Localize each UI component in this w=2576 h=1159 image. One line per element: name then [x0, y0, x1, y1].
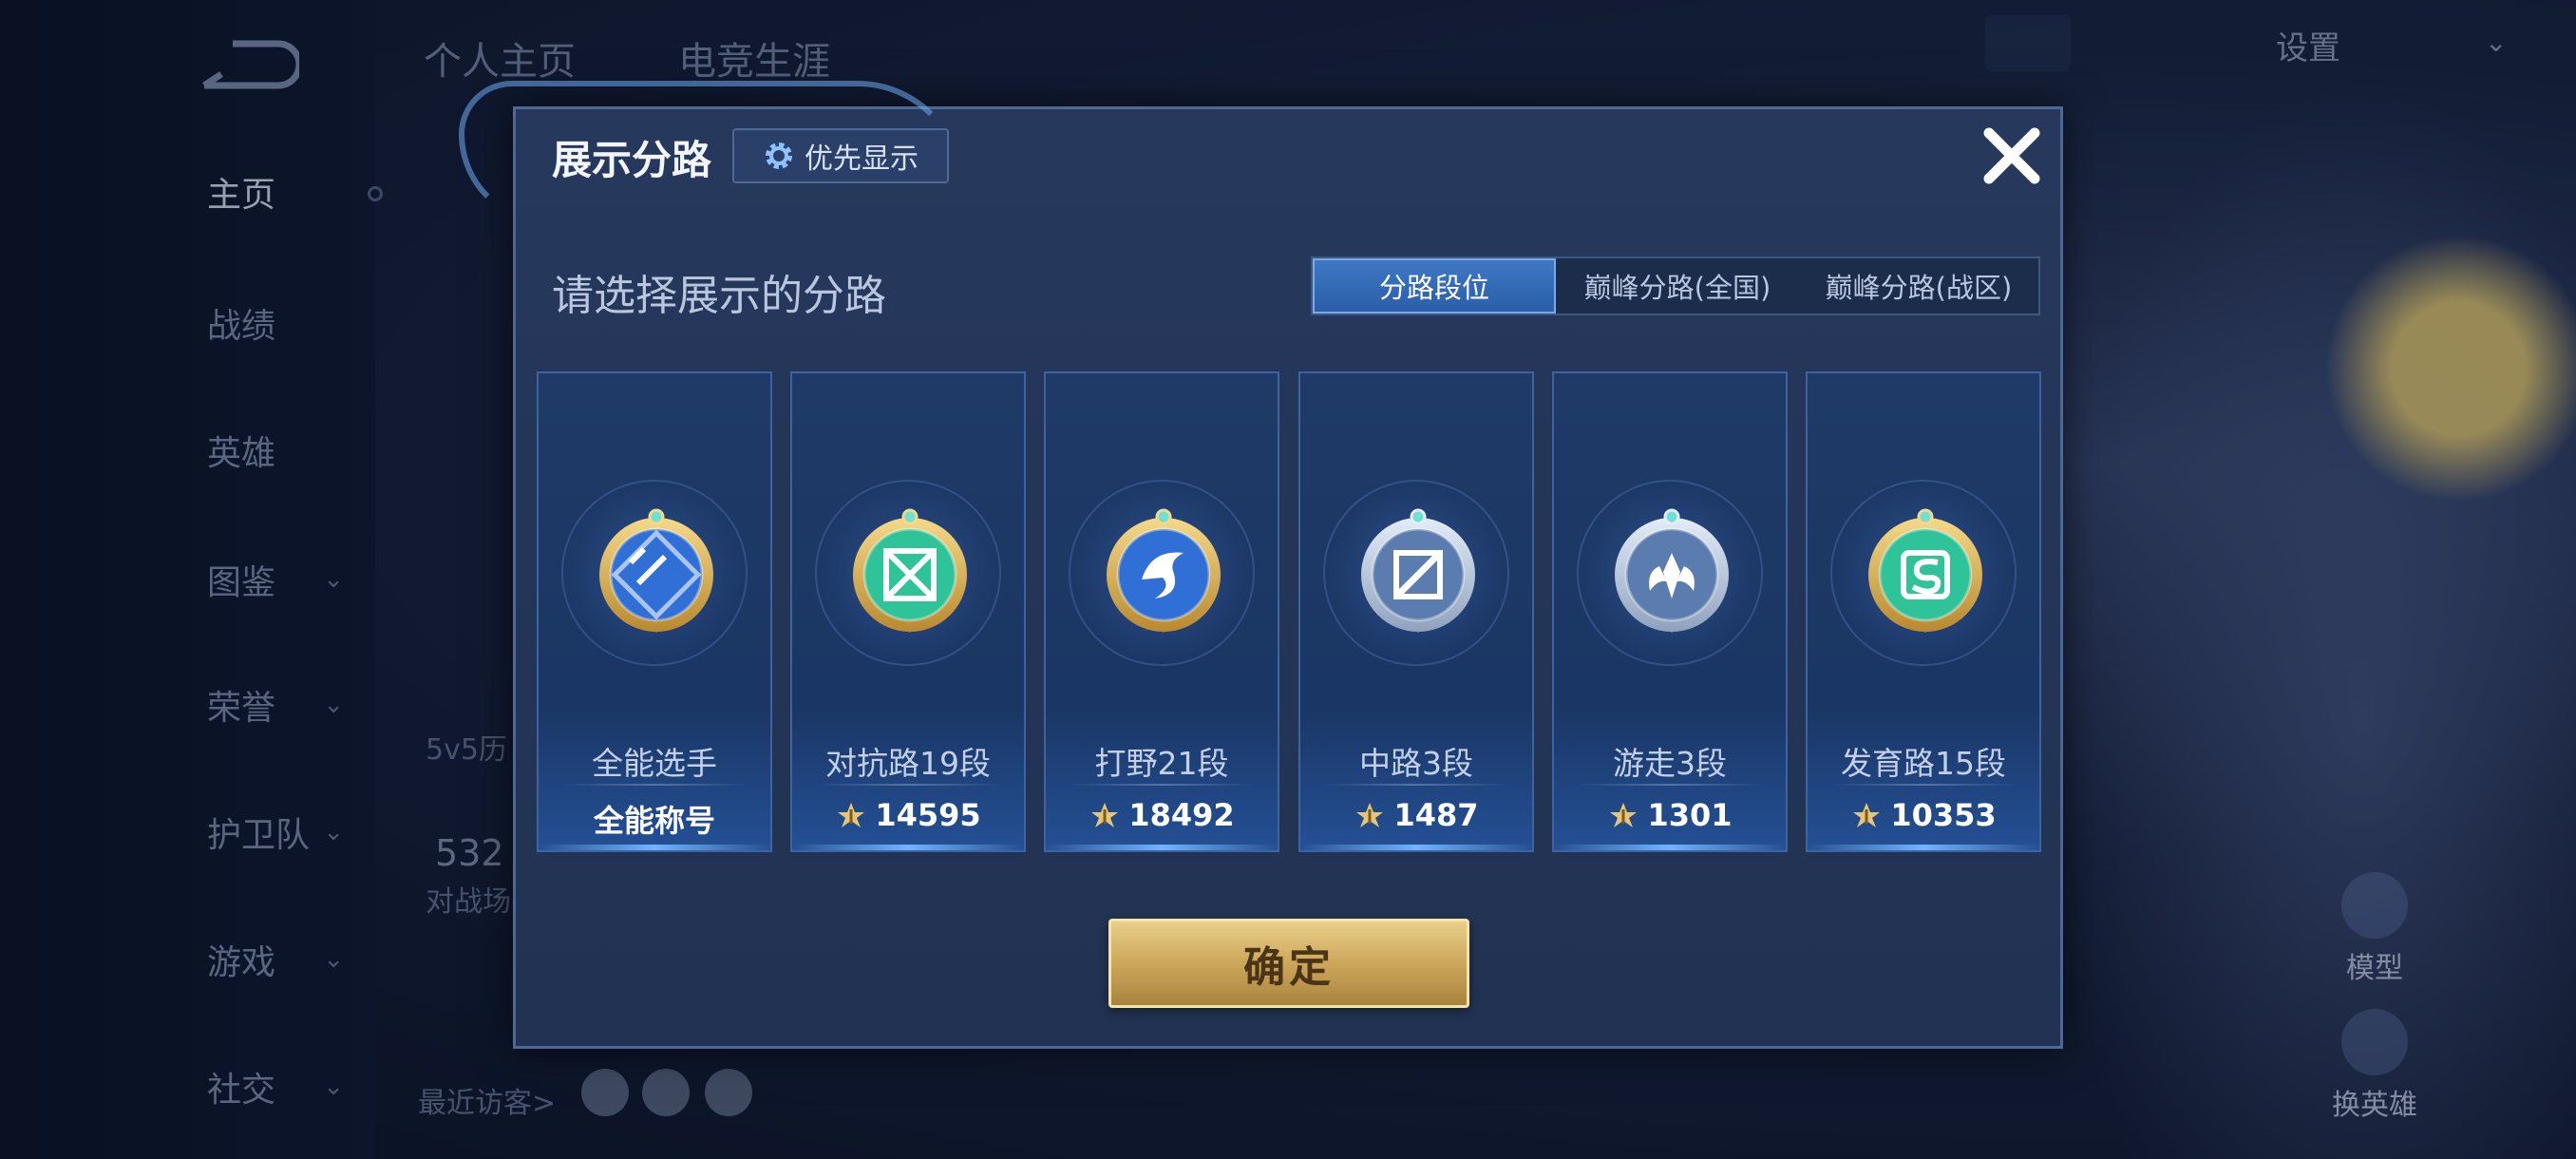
clash-lane-badge-icon [853, 508, 967, 633]
gear-icon [766, 142, 792, 169]
lane-name: 发育路15段 [1841, 745, 2006, 782]
farm-lane-badge-icon [1868, 508, 1982, 633]
priority-display-button[interactable]: 优先显示 [732, 128, 949, 183]
lane-score-value: 全能称号 [593, 803, 715, 839]
badge-frame [815, 480, 1001, 666]
score-icon [1356, 803, 1384, 827]
badge-frame [1069, 480, 1255, 666]
all-round-badge-icon [599, 508, 713, 633]
tab-lane-rank[interactable]: 分路段位 [1313, 258, 1556, 314]
tab-peak-lane-national[interactable]: 巅峰分路(全国) [1556, 258, 1799, 314]
lane-score-value: 14595 [875, 797, 981, 833]
dialog-title: 展示分路 [552, 137, 712, 183]
dialog-subtitle: 请选择展示的分路 [552, 272, 886, 320]
close-icon [1983, 127, 2040, 184]
card-divider [1323, 784, 1509, 786]
card-divider [1577, 784, 1763, 786]
tab-peak-lane-region[interactable]: 巅峰分路(战区) [1799, 258, 2038, 314]
confirm-button[interactable]: 确定 [1108, 919, 1469, 1008]
lane-type-tabs: 分路段位 巅峰分路(全国) 巅峰分路(战区) [1311, 256, 2040, 315]
score-icon [1091, 803, 1119, 827]
lane-card[interactable]: 对抗路19段 14595 [790, 371, 1026, 852]
lane-score: 全能称号 [539, 797, 770, 841]
lane-score-value: 1487 [1393, 797, 1479, 833]
lane-score-value: 18492 [1128, 797, 1235, 833]
lane-name: 中路3段 [1359, 745, 1473, 782]
roam-badge-icon [1615, 508, 1729, 633]
lane-card[interactable]: 打野21段 18492 [1044, 371, 1279, 852]
close-button[interactable] [1969, 113, 2055, 199]
lane-card[interactable]: 全能选手 全能称号 [537, 371, 772, 852]
card-divider [815, 784, 1001, 786]
lane-card[interactable]: 中路3段 1487 [1298, 371, 1534, 852]
lane-score-value: 1301 [1647, 797, 1733, 833]
lane-score: 1301 [1554, 797, 1786, 833]
lane-score-value: 10353 [1890, 797, 1997, 833]
badge-frame [561, 480, 748, 666]
lane-score: 1487 [1300, 797, 1532, 833]
priority-display-label: 优先显示 [805, 142, 919, 176]
lane-score: 18492 [1046, 797, 1278, 833]
card-divider [1830, 784, 2017, 786]
card-divider [561, 784, 748, 786]
lane-score: 14595 [792, 797, 1024, 833]
lane-score: 10353 [1808, 797, 2039, 833]
lane-name: 全能选手 [592, 745, 717, 782]
lane-name: 打野21段 [1094, 745, 1229, 782]
card-divider [1069, 784, 1255, 786]
lane-name: 对抗路19段 [825, 745, 991, 782]
lane-card[interactable]: 发育路15段 10353 [1806, 371, 2041, 852]
badge-frame [1323, 480, 1509, 666]
badge-frame [1577, 480, 1763, 666]
lane-name: 游走3段 [1613, 745, 1727, 782]
score-icon [838, 803, 865, 827]
score-icon [1853, 803, 1881, 827]
badge-frame [1830, 480, 2017, 666]
jungle-badge-icon [1107, 508, 1221, 633]
mid-lane-badge-icon [1361, 508, 1475, 633]
score-icon [1610, 803, 1638, 827]
display-lane-dialog: 展示分路 优先显示 请选择展示的分路 分路段位 巅峰分路(全国) 巅峰分路(战区… [459, 81, 2063, 1049]
lane-card[interactable]: 游走3段 1301 [1552, 371, 1788, 852]
